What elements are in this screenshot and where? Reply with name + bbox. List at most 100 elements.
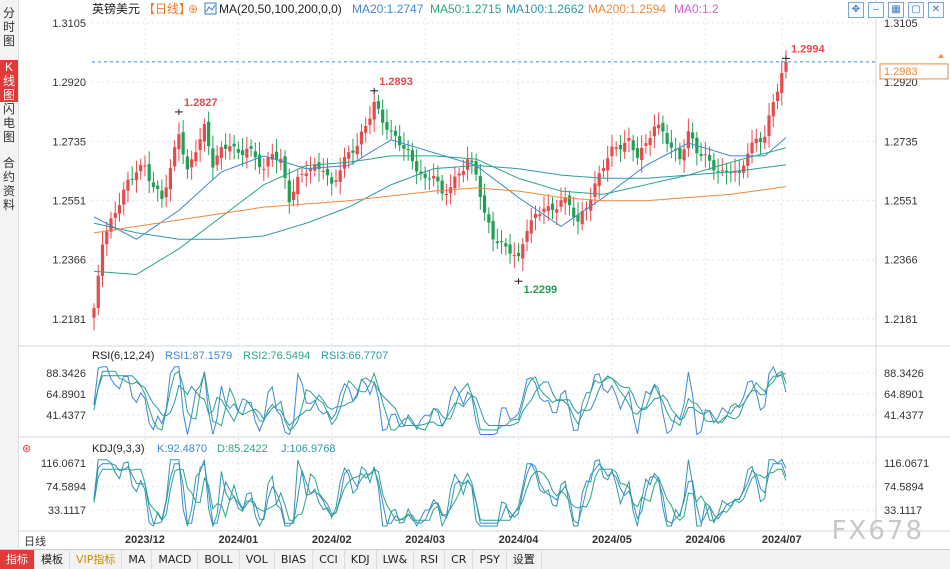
- candle-body-153: [741, 165, 746, 173]
- candle-body-49: [300, 173, 304, 175]
- main-ytick-right-2: 1.2735: [884, 136, 918, 148]
- indicator-tab-10[interactable]: LW&: [377, 550, 415, 569]
- annotation-label-0: 1.2827: [184, 97, 218, 109]
- candle-body-141: [691, 132, 695, 139]
- candle-body-2: [100, 244, 105, 276]
- last-price-label: 1.2983: [884, 66, 918, 78]
- candle-body-130: [644, 143, 648, 146]
- main-ytick-right-0: 1.3105: [884, 18, 918, 30]
- kdj-legend-2: J:106.9768: [281, 443, 335, 455]
- indicator-tab-4[interactable]: MACD: [152, 550, 199, 569]
- x-tick-5: 2024/05: [592, 534, 632, 546]
- candle-body-72: [398, 136, 402, 146]
- candle-body-81: [436, 176, 440, 182]
- candle-body-12: [143, 165, 147, 167]
- candle-body-102: [525, 231, 529, 242]
- candle-body-25: [198, 139, 202, 150]
- candle-body-56: [330, 177, 334, 184]
- candle-body-158: [763, 136, 767, 143]
- candle-body-147: [716, 170, 720, 172]
- candle-body-119: [597, 173, 601, 187]
- rsi-ytick-right-1: 64.8901: [884, 389, 924, 401]
- kdj-ytick-right-0: 116.0671: [884, 458, 929, 470]
- restore-icon[interactable]: ▢: [908, 2, 924, 18]
- candle-body-113: [572, 207, 576, 218]
- fit-icon[interactable]: ✥: [848, 2, 864, 18]
- last-price-arrow: [938, 53, 944, 58]
- candle-body-22: [185, 156, 189, 170]
- candle-body-157: [758, 138, 763, 143]
- candle-body-83: [444, 194, 448, 196]
- indicator-tab-0[interactable]: 指标: [0, 550, 35, 569]
- candle-body-162: [780, 72, 784, 93]
- candle-body-67: [376, 101, 381, 109]
- indicator-tab-9[interactable]: KDJ: [345, 550, 377, 569]
- candle-body-33: [232, 143, 236, 147]
- candle-body-85: [453, 176, 457, 189]
- candle-body-144: [703, 154, 707, 156]
- indicator-tab-14[interactable]: 设置: [507, 550, 542, 569]
- main-ytick-right-4: 1.2366: [884, 255, 918, 267]
- kdj-settings-icon: ⊛: [22, 443, 31, 455]
- candle-body-88: [465, 159, 470, 170]
- candle-body-73: [402, 145, 406, 149]
- candle-body-121: [606, 158, 610, 171]
- candle-body-8: [126, 179, 130, 191]
- candle-body-10: [134, 172, 139, 181]
- x-tick-4: 2024/04: [499, 534, 540, 546]
- rsi-ytick-left-0: 88.3426: [46, 368, 86, 380]
- candle-body-110: [559, 200, 563, 207]
- candle-body-7: [122, 189, 126, 205]
- candle-body-111: [563, 197, 567, 203]
- candle-body-58: [338, 170, 342, 182]
- close-icon[interactable]: ✕: [928, 2, 944, 18]
- kdj-ytick-left-1: 74.5894: [46, 482, 86, 494]
- candle-body-11: [139, 164, 143, 172]
- main-ytick-left-0: 1.3105: [52, 18, 86, 30]
- indicator-tab-8[interactable]: CCI: [313, 550, 345, 569]
- candle-body-86: [457, 173, 461, 176]
- candle-body-26: [202, 124, 206, 142]
- indicator-tab-11[interactable]: RSI: [414, 550, 446, 569]
- candle-body-36: [245, 148, 249, 158]
- candle-body-107: [546, 206, 550, 212]
- indicator-tab-3[interactable]: MA: [122, 550, 153, 569]
- indicator-tab-2[interactable]: VIP指标: [70, 550, 123, 569]
- candle-body-98: [508, 244, 512, 254]
- candle-body-61: [351, 150, 355, 153]
- ma50-line: [93, 147, 787, 276]
- indicator-tab-12[interactable]: CR: [445, 550, 474, 569]
- candle-body-140: [686, 131, 690, 149]
- indicator-tab-6[interactable]: VOL: [240, 550, 275, 569]
- candle-body-29: [215, 155, 219, 166]
- kdj-ytick-left-0: 116.0671: [41, 458, 86, 470]
- indicator-tab-7[interactable]: BIAS: [275, 550, 314, 569]
- candle-body-19: [173, 147, 177, 167]
- main-ytick-left-1: 1.2920: [52, 77, 86, 89]
- candle-body-148: [720, 170, 724, 172]
- dash-icon[interactable]: –: [868, 2, 884, 18]
- candle-body-60: [347, 152, 351, 159]
- candle-body-90: [474, 161, 478, 175]
- candle-body-133: [657, 124, 661, 129]
- candle-body-93: [487, 214, 491, 223]
- rsi-legend-0: RSI1:87.1579: [165, 350, 232, 362]
- candle-body-1: [96, 275, 100, 308]
- candle-body-129: [640, 147, 644, 160]
- grid-icon[interactable]: ▦: [888, 2, 904, 18]
- candle-body-13: [147, 164, 151, 181]
- period-settings-icon: ⊕: [188, 2, 198, 16]
- candle-body-139: [682, 149, 686, 161]
- candle-body-131: [648, 138, 652, 146]
- candle-body-155: [750, 142, 754, 154]
- rsi-title: RSI(6,12,24): [92, 350, 154, 362]
- candle-body-95: [495, 241, 499, 244]
- annotation-label-3: 1.2994: [791, 43, 826, 55]
- x-tick-6: 2024/06: [685, 534, 725, 546]
- candle-body-109: [555, 209, 559, 213]
- price-chart: 1.3105 1.31051.2920 1.29201.2735 1.27351.25…: [18, 0, 950, 546]
- indicator-tab-5[interactable]: BOLL: [198, 550, 240, 569]
- indicator-tab-1[interactable]: 模板: [35, 550, 70, 569]
- ma-settings-icon-glyph: [205, 4, 216, 13]
- indicator-tab-13[interactable]: PSY: [473, 550, 507, 569]
